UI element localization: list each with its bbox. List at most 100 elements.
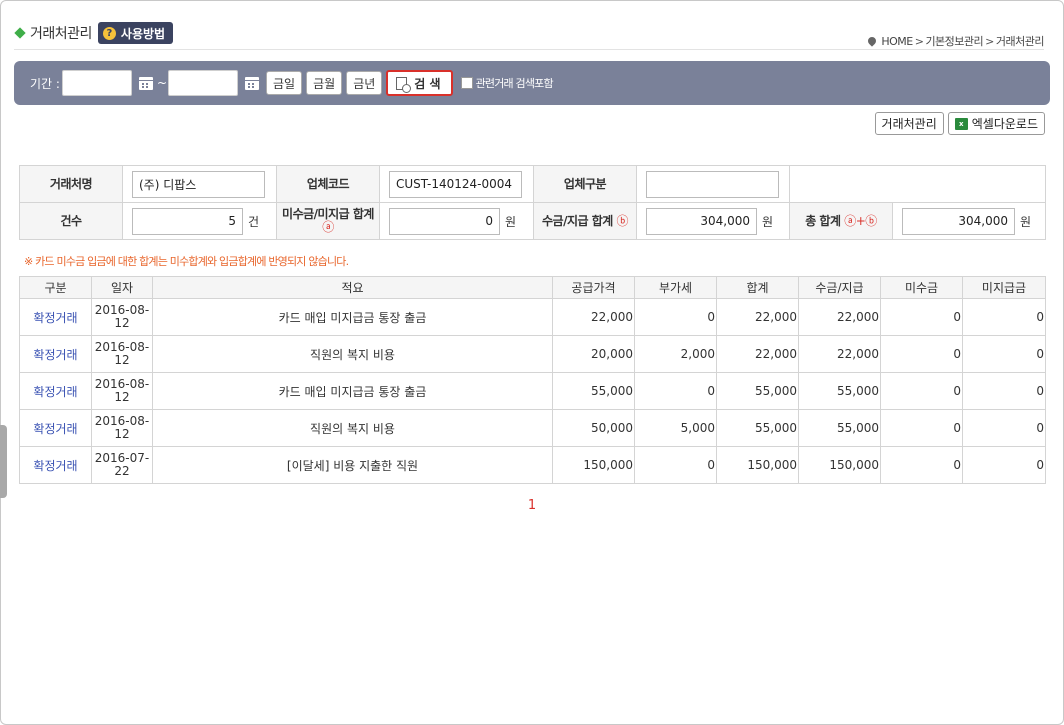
- row-unpaid: 0: [880, 335, 963, 373]
- row-payable: 0: [962, 335, 1046, 373]
- page-title: 거래처관리: [30, 26, 92, 42]
- breadcrumb-basic-info[interactable]: 기본정보관리: [925, 33, 983, 49]
- help-button[interactable]: ? 사용방법: [97, 22, 174, 44]
- empty-cell: [789, 165, 1046, 203]
- column-header-vat: 부가세: [634, 276, 717, 299]
- row-vat: 0: [634, 372, 717, 410]
- row-type-link[interactable]: 확정거래: [19, 298, 92, 336]
- page-number-current[interactable]: 1: [528, 498, 536, 513]
- row-supply: 22,000: [552, 298, 635, 336]
- breadcrumb: HOME > 기본정보관리 > 거래처관리: [866, 33, 1045, 49]
- row-date: 2016-08-12: [91, 335, 153, 373]
- pagination: 1: [0, 498, 1064, 513]
- unpaid-total-label: 미수금/미지급 합계 ⓐ: [276, 202, 380, 240]
- search-bar: 기간 : ~ 금일 금월 금년 검 색 관련거래 검색포함: [14, 61, 1050, 105]
- row-payable: 0: [962, 372, 1046, 410]
- row-paid: 55,000: [798, 409, 881, 447]
- range-separator: ~: [156, 76, 168, 90]
- row-supply: 150,000: [552, 446, 635, 484]
- breadcrumb-separator: >: [914, 34, 924, 48]
- row-vat: 0: [634, 298, 717, 336]
- side-panel-handle[interactable]: [0, 425, 7, 498]
- this-month-button[interactable]: 금월: [306, 71, 343, 95]
- row-type-link[interactable]: 확정거래: [19, 372, 92, 410]
- row-vat: 2,000: [634, 335, 717, 373]
- title-group: 거래처관리 ? 사용방법: [14, 22, 174, 44]
- row-payable: 0: [962, 298, 1046, 336]
- breadcrumb-home[interactable]: HOME: [881, 35, 913, 48]
- column-header-memo: 적요: [152, 276, 553, 299]
- row-sum: 55,000: [716, 372, 799, 410]
- row-unpaid: 0: [880, 446, 963, 484]
- location-pin-icon: [866, 35, 879, 47]
- table-row: 확정거래 2016-08-12 카드 매입 미지급금 통장 출금 22,000 …: [19, 298, 1046, 336]
- won-unit: 원: [1020, 214, 1032, 229]
- paid-mark: ⓑ: [616, 213, 628, 228]
- row-paid: 22,000: [798, 335, 881, 373]
- search-button-label: 검 색: [414, 76, 441, 91]
- row-memo: 카드 매입 미지급금 통장 출금: [152, 298, 553, 336]
- grand-total-label-text: 총 합계: [805, 213, 841, 228]
- count-field[interactable]: 5: [132, 207, 243, 235]
- client-code-field[interactable]: CUST-140124-0004: [389, 170, 522, 198]
- table-row: 확정거래 2016-08-12 직원의 복지 비용 20,000 2,000 2…: [19, 335, 1046, 373]
- won-unit: 원: [505, 214, 517, 229]
- row-type-link[interactable]: 확정거래: [19, 409, 92, 447]
- excel-icon: x: [954, 117, 968, 130]
- breadcrumb-current: 거래처관리: [995, 35, 1045, 48]
- row-supply: 50,000: [552, 409, 635, 447]
- grand-total-mark: ⓐ+ⓑ: [844, 213, 877, 228]
- row-memo: 직원의 복지 비용: [152, 409, 553, 447]
- calendar-icon[interactable]: [245, 76, 260, 90]
- client-type-field[interactable]: [646, 170, 779, 198]
- client-management-button[interactable]: 거래처관리: [874, 112, 944, 135]
- today-button[interactable]: 금일: [266, 71, 303, 95]
- column-header-unpaid: 미수금: [880, 276, 963, 299]
- row-sum: 55,000: [716, 409, 799, 447]
- excel-download-button[interactable]: x 엑셀다운로드: [947, 112, 1045, 135]
- row-date: 2016-08-12: [91, 298, 153, 336]
- row-date: 2016-08-12: [91, 372, 153, 410]
- row-type-link[interactable]: 확정거래: [19, 446, 92, 484]
- help-button-label: 사용방법: [120, 26, 166, 41]
- paid-total-label-text: 수금/지급 합계: [541, 213, 613, 228]
- table-row: 확정거래 2016-08-12 카드 매입 미지급금 통장 출금 55,000 …: [19, 372, 1046, 410]
- title-bullet-icon: [14, 27, 26, 39]
- row-memo: 카드 매입 미지급금 통장 출금: [152, 372, 553, 410]
- row-type-link[interactable]: 확정거래: [19, 335, 92, 373]
- unpaid-mark: ⓐ: [322, 220, 334, 234]
- search-icon: [396, 76, 412, 93]
- search-button[interactable]: 검 색: [386, 70, 453, 96]
- row-date: 2016-08-12: [91, 409, 153, 447]
- row-paid: 55,000: [798, 372, 881, 410]
- row-date: 2016-07-22: [91, 446, 153, 484]
- column-header-payable: 미지급금: [962, 276, 1046, 299]
- grand-total-label: 총 합계 ⓐ+ⓑ: [789, 202, 893, 240]
- row-paid: 150,000: [798, 446, 881, 484]
- row-unpaid: 0: [880, 298, 963, 336]
- calendar-icon[interactable]: [138, 76, 153, 90]
- date-to-input[interactable]: [168, 70, 239, 96]
- summary-table: 거래처명 (주) 디팝스 업체코드 CUST-140124-0004 업체구분 …: [19, 165, 1046, 240]
- unpaid-total-field[interactable]: 0: [389, 207, 500, 235]
- client-type-label: 업체구분: [533, 165, 637, 203]
- table-header-row: 구분 일자 적요 공급가격 부가세 합계 수금/지급 미수금 미지급금: [19, 276, 1046, 299]
- row-unpaid: 0: [880, 372, 963, 410]
- grand-total-field[interactable]: 304,000: [902, 207, 1015, 235]
- row-supply: 20,000: [552, 335, 635, 373]
- row-unpaid: 0: [880, 409, 963, 447]
- client-name-field[interactable]: (주) 디팝스: [132, 170, 265, 198]
- this-year-button[interactable]: 금년: [346, 71, 383, 95]
- unpaid-total-label-text: 미수금/미지급 합계: [282, 207, 374, 221]
- paid-total-field[interactable]: 304,000: [646, 207, 757, 235]
- date-from-input[interactable]: [61, 70, 132, 96]
- column-header-paid: 수금/지급: [798, 276, 881, 299]
- row-memo: [이달세] 비용 지출한 직원: [152, 446, 553, 484]
- table-row: 확정거래 2016-08-12 직원의 복지 비용 50,000 5,000 5…: [19, 409, 1046, 447]
- client-code-label: 업체코드: [276, 165, 380, 203]
- question-icon: ?: [102, 26, 116, 40]
- row-vat: 5,000: [634, 409, 717, 447]
- row-sum: 150,000: [716, 446, 799, 484]
- related-transactions-checkbox[interactable]: [460, 77, 473, 89]
- related-transactions-label: 관련거래 검색포함: [475, 77, 554, 90]
